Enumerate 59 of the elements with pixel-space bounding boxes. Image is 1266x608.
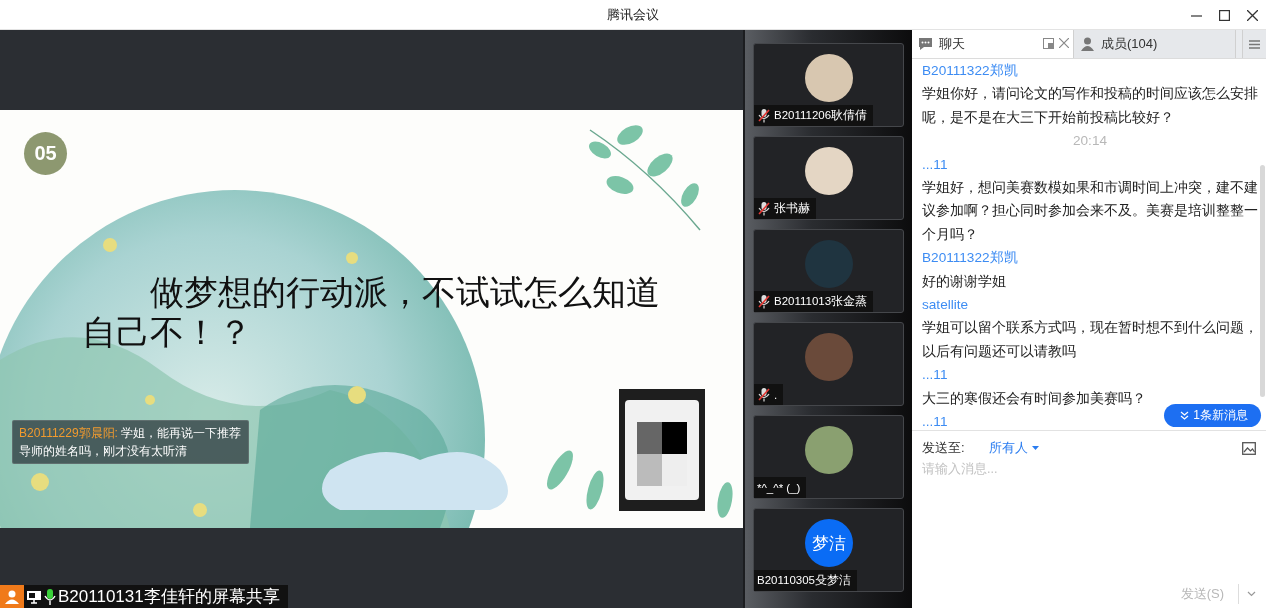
sender-name[interactable]: B20111322郑凯 xyxy=(922,246,1018,270)
chevron-down-icon[interactable] xyxy=(1247,591,1256,597)
avatar-photo-placeholder xyxy=(804,426,853,474)
screen-share-title: B20110131李佳轩的屏幕共享 xyxy=(58,586,280,608)
flower-drawing xyxy=(31,473,49,491)
sender-name[interactable]: ...11 xyxy=(922,363,948,387)
participant-name: . xyxy=(774,388,778,401)
chat-bubble-icon xyxy=(918,37,933,51)
avatar-photo-placeholder xyxy=(804,147,853,195)
avatar-photo-placeholder xyxy=(804,54,853,102)
participant-video-tile[interactable]: 张书赫 xyxy=(753,136,904,220)
sender-name[interactable]: ...11 xyxy=(922,410,948,434)
message-time: 20:14 xyxy=(1073,132,1107,151)
chat-popup-message: B20111229郭晨阳: 学姐，能再说一下推荐导师的姓名吗，刚才没有太听清 xyxy=(12,420,249,464)
slide-headline: 做梦想的行动派，不试试怎么知道自己不！？ xyxy=(82,273,661,353)
flower-drawing xyxy=(193,503,207,517)
sender-name[interactable]: satellite xyxy=(922,293,969,317)
person-icon xyxy=(1080,37,1095,51)
maximize-icon[interactable] xyxy=(1219,9,1230,21)
slide-number: 05 xyxy=(24,132,67,175)
chat-message: 学姐可以留个联系方式吗，现在暂时想不到什么问题，以后有问题还可以请教吗 xyxy=(922,319,1258,361)
chat-message: 大三的寒假还会有时间参加美赛吗？ xyxy=(922,389,1146,408)
chat-message: 学姐你好，请问论文的写作和投稿的时间应该怎么安排呢，是不是在大三下开始前投稿比较好？ xyxy=(922,85,1258,127)
flower-drawing xyxy=(145,395,155,405)
recipient-dropdown[interactable]: 所有人 xyxy=(968,439,1039,457)
microphone-icon xyxy=(44,587,56,606)
participant-video-tile[interactable]: B20111013张金蒸 xyxy=(753,229,904,313)
avatar-initials: 梦洁 xyxy=(804,519,853,567)
participant-name: B20111013张金蒸 xyxy=(774,294,868,309)
caret-icon xyxy=(1031,446,1039,450)
chat-message: 好的谢谢学姐 xyxy=(922,272,1006,291)
participant-video-tile[interactable]: 梦洁 B20110305殳梦洁 xyxy=(753,508,904,592)
avatar-photo-placeholder xyxy=(804,333,853,381)
send-to-label: 发送至: xyxy=(922,439,965,457)
chat-message: 学姐好，想问美赛数模如果和市调时间上冲突，建不建议参加啊？担心同时参加会来不及。美赛是培训整整一个月吗？ xyxy=(922,179,1258,244)
pop-out-icon[interactable] xyxy=(1043,38,1054,49)
window-title: 腾讯会议 xyxy=(607,5,659,24)
new-messages-button[interactable]: 1条新消息 xyxy=(1164,404,1261,427)
participant-name: B20111206耿倩倩 xyxy=(774,108,868,123)
person-icon[interactable] xyxy=(0,585,24,608)
flower-drawing xyxy=(103,238,117,252)
participant-name: *^_^* (_) xyxy=(757,481,801,494)
participant-video-tile[interactable]: . xyxy=(753,322,904,406)
participant-name: 张书赫 xyxy=(774,201,810,216)
participant-name: B20110305殳梦洁 xyxy=(757,573,851,588)
chat-tab[interactable]: 聊天 xyxy=(912,30,1074,58)
flower-drawing xyxy=(348,386,366,404)
scrollbar[interactable] xyxy=(1260,165,1265,397)
image-icon[interactable] xyxy=(1242,441,1256,455)
participant-video-tile[interactable]: *^_^* (_) xyxy=(753,415,904,499)
sender-name[interactable]: B20111322郑凯 xyxy=(922,59,1018,83)
sender-name[interactable]: ...11 xyxy=(922,152,948,177)
double-chevron-down-icon xyxy=(1180,411,1190,420)
avatar-photo-placeholder xyxy=(804,240,853,288)
participant-video-tile[interactable]: B20111206耿倩倩 xyxy=(753,43,904,127)
menu-icon xyxy=(1249,39,1260,49)
screen-share-icon xyxy=(26,588,42,605)
flower-drawing xyxy=(346,252,358,264)
close-icon[interactable] xyxy=(1247,9,1258,21)
